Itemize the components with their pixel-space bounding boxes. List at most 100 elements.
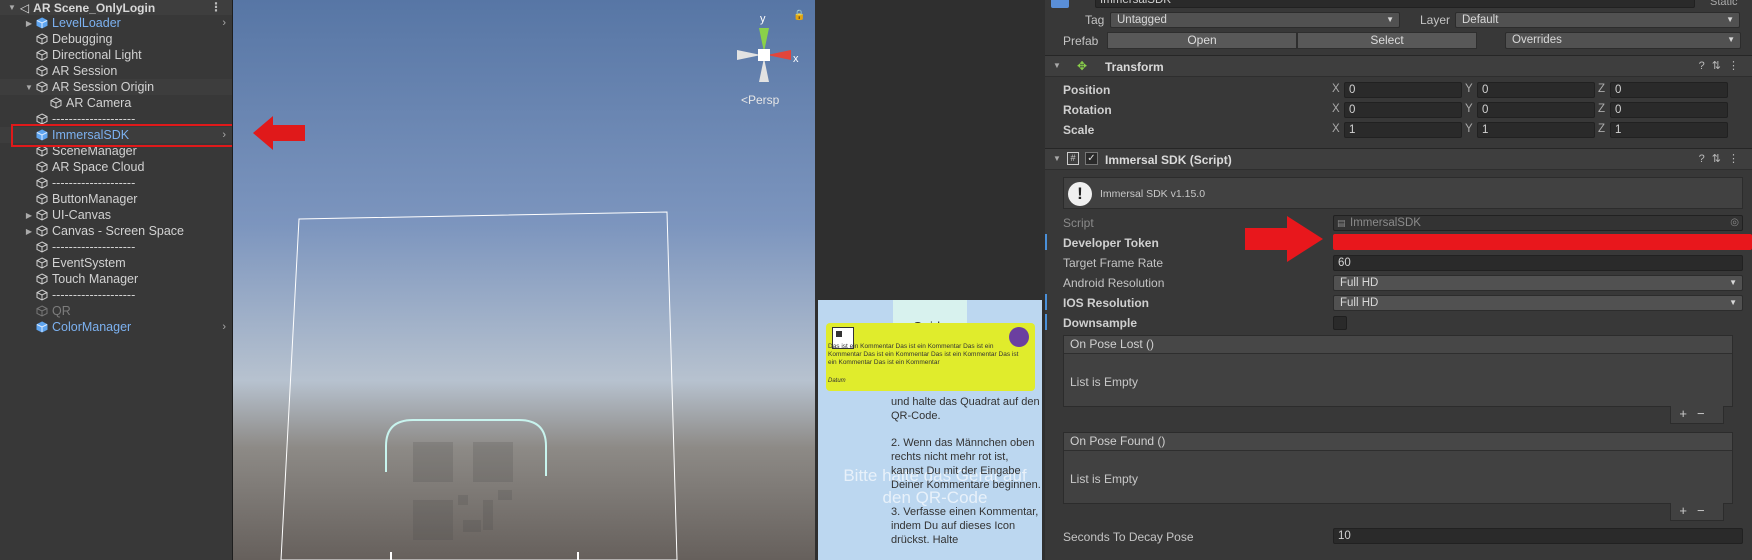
hierarchy-item[interactable]: ▶ Canvas - Screen Space <box>0 223 232 239</box>
tag-dropdown[interactable]: Untagged ▼ <box>1110 12 1400 28</box>
hierarchy-item[interactable]: -------------------- <box>0 287 232 303</box>
downsample-label: Downsample <box>1063 316 1138 330</box>
transform-z-field[interactable]: 0 <box>1610 82 1728 98</box>
script-component-header[interactable]: ▼ # ✓ Immersal SDK (Script) ?⇅⋮ <box>1045 148 1752 170</box>
chevron-right-icon[interactable]: › <box>222 321 226 333</box>
qr-code-ground <box>413 442 513 540</box>
hierarchy-item-label: Touch Manager <box>52 272 139 286</box>
transform-y-field[interactable]: 1 <box>1477 122 1595 138</box>
on-pose-found-event: On Pose Found () List is Empty <box>1063 432 1733 504</box>
modified-indicator <box>1045 234 1047 250</box>
hierarchy-item[interactable]: AR Space Cloud <box>0 159 232 175</box>
transform-y-field[interactable]: 0 <box>1477 82 1595 98</box>
target-frame-rate-label: Target Frame Rate <box>1063 256 1164 270</box>
hierarchy-item[interactable]: QR <box>0 303 232 319</box>
hierarchy-item[interactable]: ▶ UI-Canvas <box>0 207 232 223</box>
component-menu-icons[interactable]: ?⇅⋮ <box>1699 152 1746 165</box>
overrides-dropdown[interactable]: Overrides ▼ <box>1505 32 1741 49</box>
prefab-open-button[interactable]: Open <box>1107 32 1297 49</box>
hierarchy-item[interactable]: -------------------- <box>0 175 232 191</box>
gameobject-cube-icon <box>50 97 62 109</box>
static-label: Static <box>1710 0 1738 8</box>
scene-header[interactable]: ▼ ◁ AR Scene_OnlyLogin ⋮ <box>0 0 232 15</box>
hierarchy-item[interactable]: Touch Manager <box>0 271 232 287</box>
component-menu-icons[interactable]: ?⇅⋮ <box>1699 59 1746 72</box>
target-frame-rate-field[interactable]: 60 <box>1333 255 1743 271</box>
scene-view[interactable]: y x 🔒 <Persp <box>233 0 815 560</box>
gameobject-cube-icon <box>36 81 48 93</box>
hierarchy-item[interactable]: -------------------- <box>0 239 232 255</box>
foldout-icon[interactable]: ▶ <box>24 19 34 28</box>
android-resolution-value: Full HD <box>1340 277 1379 289</box>
gameobject-cube-icon <box>36 65 48 77</box>
seconds-to-decay-field[interactable]: 10 <box>1333 528 1743 544</box>
prefab-cube-icon <box>36 17 48 29</box>
foldout-icon[interactable]: ▼ <box>8 3 16 12</box>
hierarchy-item[interactable]: ▼ AR Session Origin <box>0 79 232 95</box>
on-pose-found-add-remove[interactable]: +− <box>1670 503 1724 521</box>
hierarchy-item[interactable]: Directional Light <box>0 47 232 63</box>
modified-indicator <box>1045 294 1047 310</box>
projection-label[interactable]: <Persp <box>741 93 779 107</box>
foldout-icon[interactable]: ▶ <box>24 211 34 220</box>
object-name-field[interactable]: ImmersalSDK <box>1095 0 1695 8</box>
hierarchy-item[interactable]: EventSystem <box>0 255 232 271</box>
on-pose-lost-add-remove[interactable]: +− <box>1670 406 1724 424</box>
downsample-checkbox[interactable] <box>1333 316 1347 330</box>
hierarchy-item-label: Canvas - Screen Space <box>52 224 185 238</box>
overrides-label: Overrides <box>1512 34 1562 46</box>
foldout-icon[interactable]: ▼ <box>1053 61 1061 70</box>
hierarchy-item[interactable]: Debugging <box>0 31 232 47</box>
developer-token-field[interactable] <box>1333 234 1752 250</box>
layer-dropdown[interactable]: Default ▼ <box>1455 12 1740 28</box>
modified-indicator <box>1045 314 1047 330</box>
transform-z-field[interactable]: 1 <box>1610 122 1728 138</box>
axis-z-label: Z <box>1598 83 1606 95</box>
object-picker-icon[interactable]: ◎ <box>1730 216 1739 230</box>
transform-x-field[interactable]: 0 <box>1344 102 1462 118</box>
script-hash-icon: # <box>1067 152 1079 165</box>
script-field[interactable]: ▤ ImmersalSDK ◎ <box>1333 215 1743 231</box>
prefab-cube-icon <box>36 321 48 333</box>
foldout-icon[interactable]: ▶ <box>24 227 34 236</box>
dropdown-arrow-icon: ▼ <box>1726 15 1734 24</box>
tag-label: Tag <box>1085 13 1105 27</box>
scanner-bracket <box>385 419 547 476</box>
android-resolution-dropdown[interactable]: Full HD ▼ <box>1333 275 1743 291</box>
tag-value: Untagged <box>1117 14 1167 26</box>
gameobject-cube-icon <box>36 33 48 45</box>
axis-z-label: Z <box>1598 103 1606 115</box>
hierarchy-item[interactable]: ColorManager › <box>0 319 232 335</box>
hierarchy-item[interactable]: AR Camera <box>0 95 232 111</box>
version-text: Immersal SDK v1.15.0 <box>1100 188 1206 200</box>
gameobject-cube-icon <box>36 289 48 301</box>
scene-drawing <box>280 211 678 560</box>
hierarchy-item[interactable]: ButtonManager <box>0 191 232 207</box>
axis-y-label: Y <box>1465 123 1473 135</box>
foldout-icon[interactable]: ▼ <box>24 83 34 92</box>
axis-y-label: Y <box>1465 103 1473 115</box>
on-pose-lost-label: On Pose Lost () <box>1064 336 1732 354</box>
transform-x-field[interactable]: 0 <box>1344 82 1462 98</box>
orientation-gizmo[interactable]: y x <box>729 10 799 90</box>
ios-resolution-dropdown[interactable]: Full HD ▼ <box>1333 295 1743 311</box>
hierarchy-item[interactable]: ▶ LevelLoader › <box>0 15 232 31</box>
enabled-checkbox[interactable]: ✓ <box>1085 152 1098 165</box>
transform-header[interactable]: ▼ ✥ Transform ?⇅⋮ <box>1045 55 1752 77</box>
annotation-arrow-left <box>253 116 305 150</box>
on-pose-lost-empty: List is Empty <box>1070 375 1139 389</box>
unity-scene-icon: ◁ <box>19 0 30 15</box>
hierarchy-item[interactable]: AR Session <box>0 63 232 79</box>
prefab-select-button[interactable]: Select <box>1297 32 1477 49</box>
hierarchy-item-label: AR Session <box>52 64 118 78</box>
dropdown-arrow-icon: ▼ <box>1729 298 1737 307</box>
transform-y-field[interactable]: 0 <box>1477 102 1595 118</box>
lock-icon[interactable]: 🔒 <box>793 10 805 21</box>
hierarchy-item-label: -------------------- <box>52 288 136 302</box>
foldout-icon[interactable]: ▼ <box>1053 154 1061 163</box>
transform-x-field[interactable]: 1 <box>1344 122 1462 138</box>
chevron-right-icon[interactable]: › <box>222 17 226 29</box>
transform-z-field[interactable]: 0 <box>1610 102 1728 118</box>
guide-step: und halte das Quadrat auf den QR-Code. <box>891 396 1040 422</box>
kebab-menu-icon[interactable]: ⋮ <box>210 0 222 14</box>
